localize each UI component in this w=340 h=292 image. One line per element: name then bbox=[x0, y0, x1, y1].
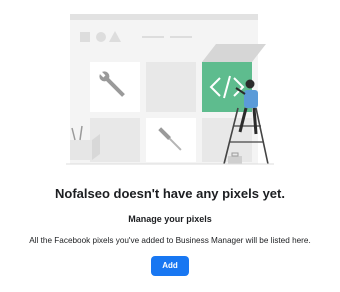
empty-state-title: Nofalseo doesn't have any pixels yet. bbox=[55, 186, 285, 201]
empty-state-description: All the Facebook pixels you've added to … bbox=[29, 236, 311, 245]
add-pixel-button[interactable]: Add bbox=[151, 256, 189, 276]
pixels-illustration bbox=[66, 14, 274, 165]
empty-state-subtitle: Manage your pixels bbox=[128, 214, 212, 224]
